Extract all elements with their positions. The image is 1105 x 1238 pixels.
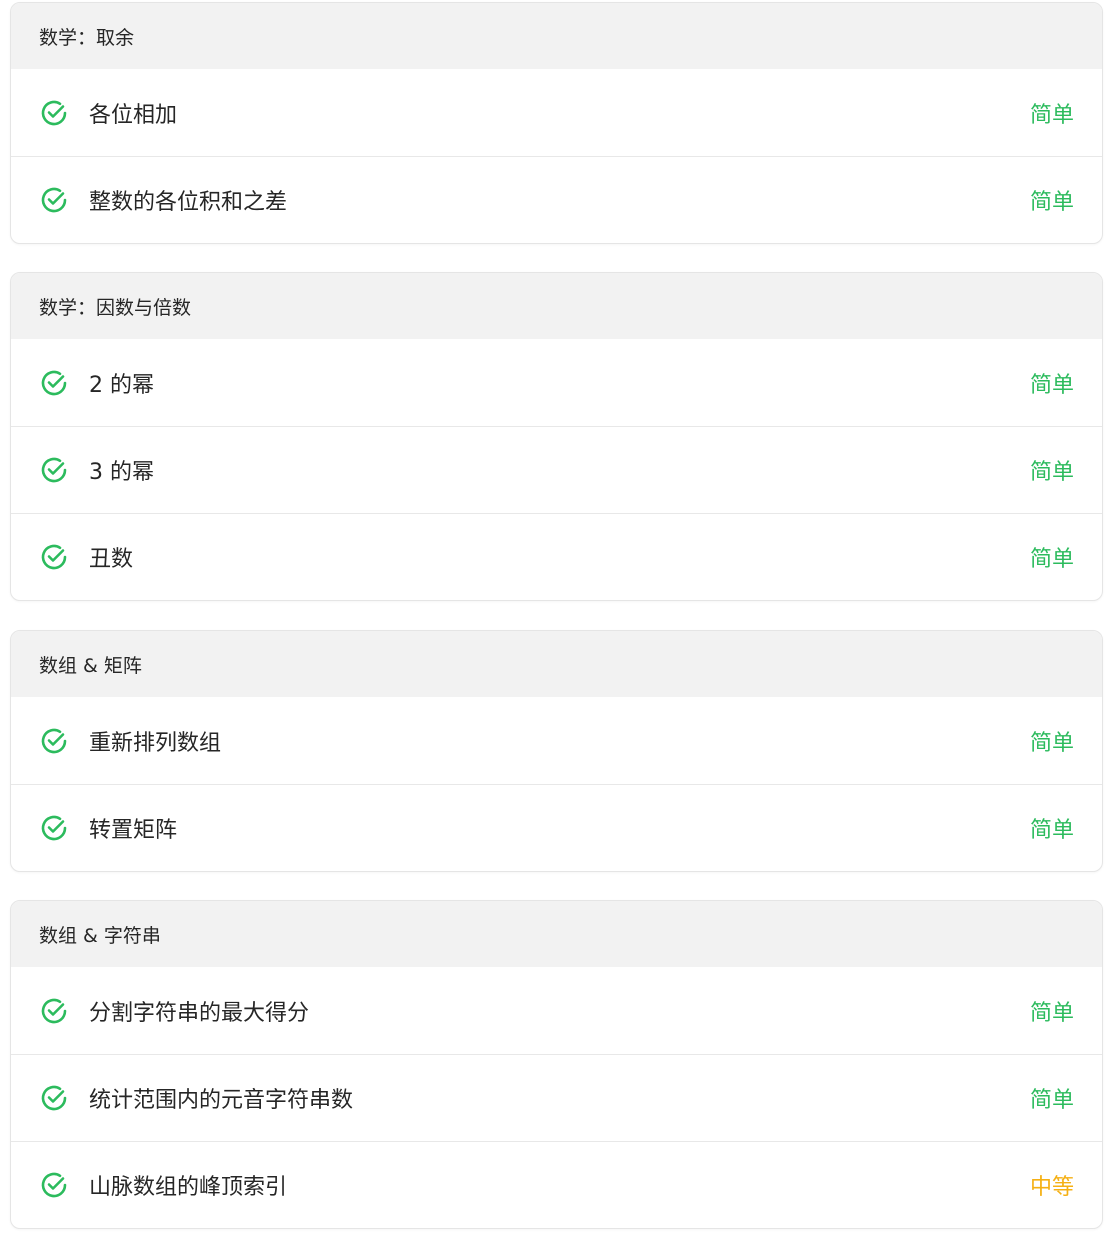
problem-title[interactable]: 丑数 [89, 541, 1030, 573]
check-circle-icon [39, 1083, 69, 1113]
problem-row[interactable]: 丑数 简单 [11, 513, 1102, 600]
difficulty-badge: 简单 [1029, 1000, 1074, 1026]
problem-row[interactable]: 整数的各位积和之差 简单 [11, 156, 1102, 243]
problem-title[interactable]: 山脉数组的峰顶索引 [89, 1169, 1030, 1201]
check-circle-icon [39, 368, 69, 398]
difficulty-badge: 简单 [1029, 102, 1074, 128]
group-title: 数学：因数与倍数 [11, 273, 1102, 339]
difficulty-badge: 简单 [1029, 818, 1074, 843]
check-circle-icon [39, 1170, 69, 1200]
problem-title[interactable]: 分割字符串的最大得分 [89, 995, 1030, 1027]
difficulty-badge: 简单 [1029, 372, 1074, 398]
check-circle-icon [39, 996, 69, 1026]
problem-title[interactable]: 转置矩阵 [89, 812, 1030, 844]
check-circle-icon [39, 455, 69, 485]
problem-row[interactable]: 2 的幂 简单 [11, 339, 1102, 426]
check-circle-icon [39, 813, 69, 843]
problem-group: 数学：取余 各位相加 简单 整数的各位积和之差 简单 [10, 2, 1103, 244]
problem-row[interactable]: 统计范围内的元音字符串数 简单 [11, 1054, 1102, 1141]
problem-title[interactable]: 各位相加 [89, 97, 1030, 129]
problem-title[interactable]: 2 的幂 [89, 367, 1030, 399]
problem-row[interactable]: 3 的幂 简单 [11, 426, 1102, 513]
difficulty-badge: 简单 [1029, 190, 1074, 215]
problem-row[interactable]: 各位相加 简单 [11, 69, 1102, 156]
group-title: 数组 & 矩阵 [11, 631, 1102, 697]
problem-row[interactable]: 山脉数组的峰顶索引 中等 [11, 1141, 1102, 1228]
problem-title[interactable]: 整数的各位积和之差 [89, 184, 1030, 216]
problem-title[interactable]: 统计范围内的元音字符串数 [89, 1082, 1030, 1114]
difficulty-badge: 中等 [1029, 1175, 1074, 1200]
problem-group: 数组 & 矩阵 重新排列数组 简单 转置矩阵 简单 [10, 630, 1103, 872]
group-title: 数组 & 字符串 [11, 901, 1102, 967]
problem-group: 数学：因数与倍数 2 的幂 简单 3 的幂 简单 丑数 简单 [10, 272, 1103, 601]
problem-title[interactable]: 重新排列数组 [89, 725, 1030, 757]
difficulty-badge: 简单 [1029, 1088, 1074, 1113]
problem-row[interactable]: 重新排列数组 简单 [11, 697, 1102, 784]
problem-group: 数组 & 字符串 分割字符串的最大得分 简单 统计范围内的元音字符串数 简单 山… [10, 900, 1103, 1229]
difficulty-badge: 简单 [1029, 547, 1074, 572]
problem-list-page: 数学：取余 各位相加 简单 整数的各位积和之差 简单 数学：因数与倍数 2 的幂… [0, 0, 1105, 1238]
problem-row[interactable]: 分割字符串的最大得分 简单 [11, 967, 1102, 1054]
problem-title[interactable]: 3 的幂 [89, 454, 1030, 486]
check-circle-icon [39, 542, 69, 572]
check-circle-icon [39, 98, 69, 128]
difficulty-badge: 简单 [1029, 460, 1074, 485]
difficulty-badge: 简单 [1029, 730, 1074, 756]
problem-row[interactable]: 转置矩阵 简单 [11, 784, 1102, 871]
group-title: 数学：取余 [11, 3, 1102, 69]
check-circle-icon [39, 726, 69, 756]
check-circle-icon [39, 185, 69, 215]
